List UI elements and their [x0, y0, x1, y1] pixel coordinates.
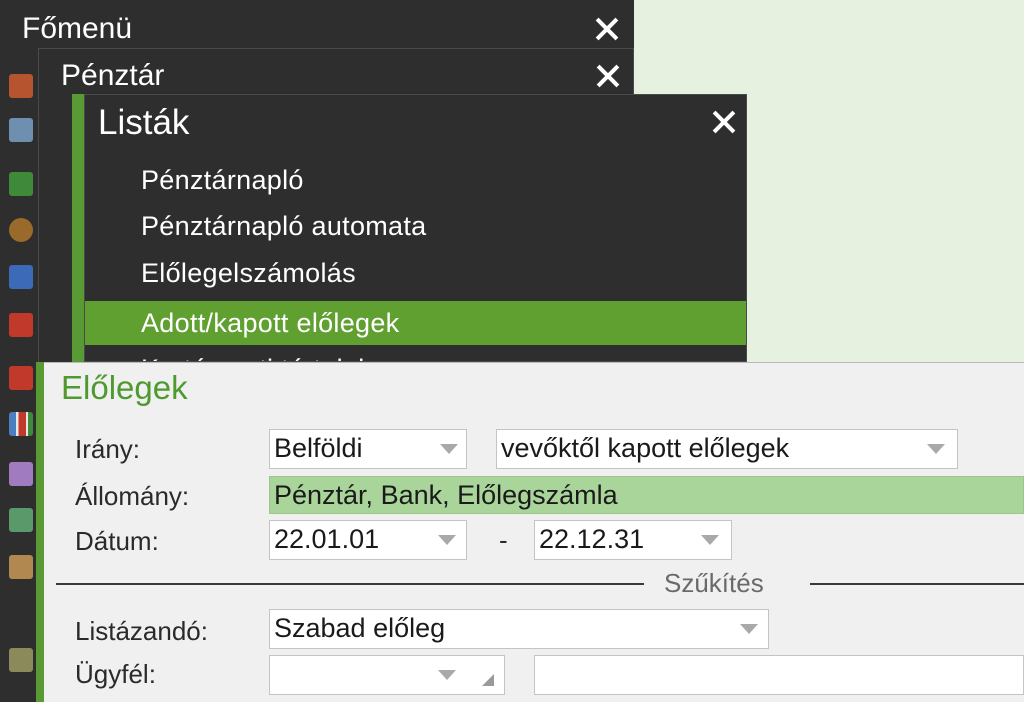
lists-menu-window: Listák Pénztárnapló Pénztárnapló automat…: [84, 94, 747, 362]
basket-icon[interactable]: [9, 313, 33, 337]
menu-item-adott-kapott-elolegek[interactable]: Adott/kapott előlegek: [85, 301, 746, 345]
customer-name-field[interactable]: [534, 655, 1024, 695]
main-menu-close-icon[interactable]: [592, 14, 622, 44]
direction-value: Belföldi: [274, 433, 363, 463]
date-to-select[interactable]: 22.12.31: [534, 520, 732, 560]
direction-label: Irány:: [75, 434, 141, 464]
form-green-edge: [36, 362, 44, 702]
customer-label: Ügyfél:: [75, 659, 156, 689]
stock-field[interactable]: Pénztár, Bank, Előlegszámla: [269, 476, 1024, 514]
date-label: Dátum:: [75, 526, 159, 556]
menu-item-penztarnaplo-automata[interactable]: Pénztárnapló automata: [85, 204, 746, 248]
stock-label: Állomány:: [75, 481, 190, 511]
customer-code-select[interactable]: [269, 655, 505, 695]
ledger-icon[interactable]: [9, 366, 33, 390]
lists-menu-title: Listák: [98, 103, 190, 142]
section-title: Szűkítés: [664, 568, 764, 598]
chevron-down-icon: [701, 535, 719, 545]
direction-select[interactable]: Belföldi: [269, 429, 467, 469]
flask-icon[interactable]: [9, 462, 33, 486]
menu-item-penztarnaplo[interactable]: Pénztárnapló: [85, 158, 746, 202]
date-from-value: 22.01.01: [274, 524, 380, 554]
chevron-down-icon: [927, 444, 945, 454]
document-icon[interactable]: [9, 508, 33, 532]
chevron-down-icon: [438, 535, 456, 545]
date-from-select[interactable]: 22.01.01: [269, 520, 467, 560]
books-icon[interactable]: [9, 265, 33, 289]
coins-icon[interactable]: [9, 218, 33, 242]
lists-menu-close-icon[interactable]: [709, 107, 739, 137]
cash-menu-close-icon[interactable]: [593, 61, 623, 91]
advance-type-select[interactable]: vevőktől kapott előlegek: [496, 429, 958, 469]
listing-value: Szabad előleg: [274, 613, 446, 643]
chevron-down-icon: [438, 670, 456, 680]
main-menu-title: Főmenü: [22, 12, 133, 45]
listing-select[interactable]: Szabad előleg: [269, 609, 769, 649]
chart-icon[interactable]: [9, 412, 33, 436]
chevron-down-icon: [440, 444, 458, 454]
menu-item-partially-hidden[interactable]: Kartéarszti tértalok: [85, 347, 746, 361]
box-icon[interactable]: [9, 74, 33, 98]
register-icon[interactable]: [9, 648, 33, 672]
date-separator: -: [499, 525, 508, 555]
cart-icon[interactable]: [9, 118, 33, 142]
stock-value: Pénztár, Bank, Előlegszámla: [274, 480, 618, 510]
advances-form-window: Előlegek Irány: Belföldi vevőktől kapott…: [44, 362, 1024, 702]
money-icon[interactable]: [9, 172, 33, 196]
resize-handle-icon[interactable]: [482, 674, 494, 686]
sidebar-icons: [0, 0, 38, 702]
listing-label: Listázandó:: [75, 616, 208, 646]
date-to-value: 22.12.31: [539, 524, 645, 554]
form-title: Előlegek: [61, 369, 188, 406]
lists-menu-green-edge: [72, 94, 84, 362]
section-divider-left: [56, 583, 644, 585]
chevron-down-icon: [740, 624, 758, 634]
section-divider-right: [810, 583, 1024, 585]
package-icon[interactable]: [9, 555, 33, 579]
cash-menu-title: Pénztár: [61, 59, 165, 92]
advance-type-value: vevőktől kapott előlegek: [501, 433, 790, 463]
menu-item-eloleg-elszamolas[interactable]: Előlegelszámolás: [85, 251, 746, 295]
